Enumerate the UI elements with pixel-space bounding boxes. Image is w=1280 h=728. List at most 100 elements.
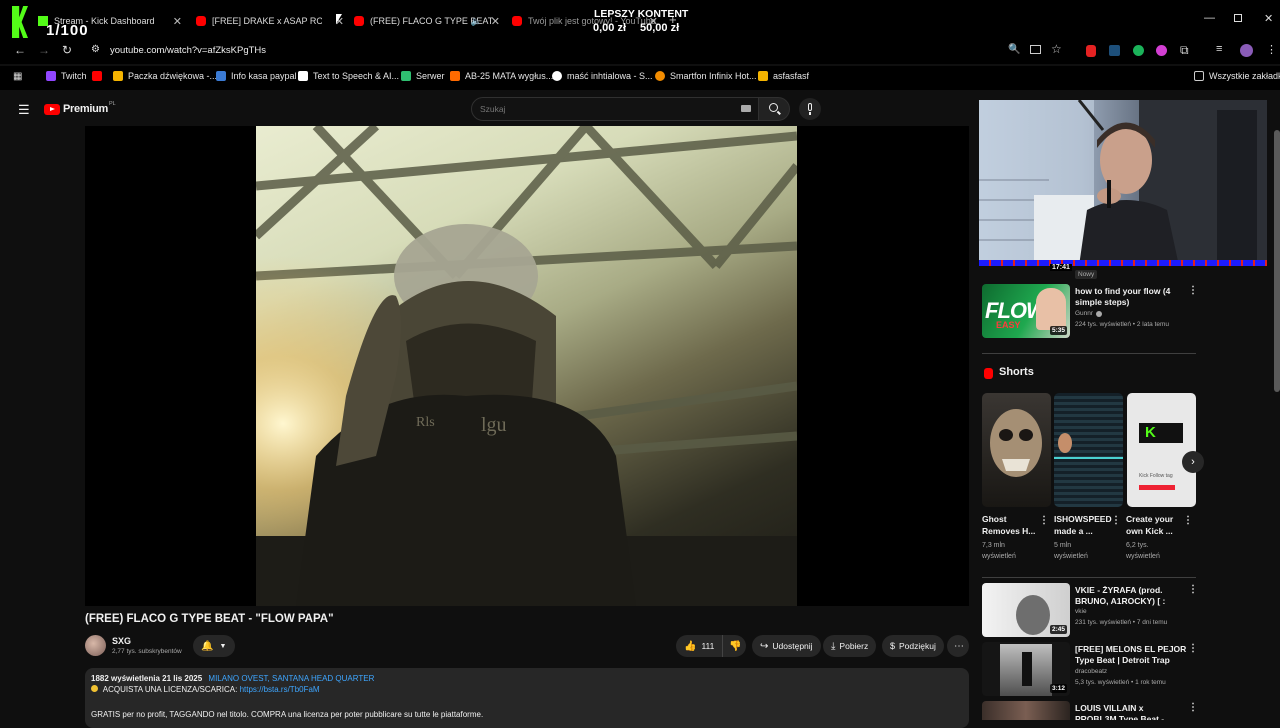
- video-player[interactable]: Rls lgu: [85, 126, 969, 606]
- short-title-2[interactable]: ISHOWSPEED made a ...: [1054, 513, 1112, 537]
- recommended-video-thumbnail[interactable]: FLOW EASY 5:35: [982, 284, 1070, 338]
- search-button[interactable]: [758, 97, 790, 121]
- recommended-title-2[interactable]: [FREE] MELONS EL PEJOR Type Beat | Detro…: [1075, 644, 1187, 666]
- site-info-icon[interactable]: ⚙: [91, 44, 100, 55]
- recommended-title-1[interactable]: VKIE - ŻYRAFA (prod. BRUNO, A1ROCKY) [ :…: [1075, 585, 1183, 607]
- video-menu-icon[interactable]: ⋮: [1188, 285, 1198, 296]
- video-menu-icon[interactable]: ⋮: [1188, 643, 1198, 654]
- forward-icon[interactable]: →: [38, 43, 50, 57]
- browser-menu-icon[interactable]: ⋮: [1266, 43, 1277, 56]
- short-title-1[interactable]: Ghost Removes H...: [982, 513, 1038, 537]
- extensions-icon[interactable]: ⧉: [1180, 43, 1189, 58]
- apps-icon[interactable]: ▦: [13, 71, 22, 82]
- google-icon: [552, 71, 562, 81]
- extension-red-icon[interactable]: [1086, 45, 1096, 57]
- shorts-icon: [984, 368, 993, 379]
- short-thumbnail-1[interactable]: [982, 393, 1051, 507]
- short-menu-icon[interactable]: ⋮: [1039, 515, 1049, 526]
- channel-name[interactable]: SXG: [112, 636, 131, 646]
- restore-icon[interactable]: [1234, 14, 1242, 22]
- like-button[interactable]: 👍 111: [676, 635, 722, 657]
- recommended-title-3[interactable]: LOUIS VILLAIN x PROBL3M Type Beat - "UMO…: [1075, 703, 1187, 720]
- tts-icon: [298, 71, 308, 81]
- video-title: (FREE) FLACO G TYPE BEAT - "FLOW PAPA": [85, 613, 334, 625]
- share-button[interactable]: ↪ Udostępnij: [752, 635, 821, 657]
- hamburger-menu-icon[interactable]: ☰: [18, 102, 30, 118]
- extension-blue-icon[interactable]: [1109, 45, 1120, 56]
- bookmarks-bar: ▦ Twitch Paczka dźwiękowa -... Info kasa…: [0, 66, 1280, 90]
- channel-avatar[interactable]: [85, 635, 106, 656]
- shorts-next-button[interactable]: ›: [1182, 451, 1204, 473]
- recommended-thumbnail-2[interactable]: 3:12: [982, 642, 1070, 696]
- reading-list-icon[interactable]: ≡: [1216, 43, 1222, 55]
- recommended-channel-2[interactable]: dracobeatz: [1075, 667, 1107, 677]
- bookmark-paczka[interactable]: Paczka dźwiękowa -...: [113, 71, 217, 81]
- description-link[interactable]: https://bsta.rs/Tb0FaM: [240, 685, 320, 694]
- bookmark-masc[interactable]: maść inhtialowa - S...: [552, 71, 653, 81]
- short-title-3[interactable]: Create your own Kick ...: [1126, 513, 1182, 537]
- youtube-favicon: [196, 16, 206, 26]
- bookmark-star-icon[interactable]: ☆: [1051, 42, 1062, 56]
- short-menu-icon[interactable]: ⋮: [1111, 515, 1121, 526]
- extension-green-icon[interactable]: [1133, 45, 1144, 56]
- recommended-thumbnail-1[interactable]: 2:45: [982, 583, 1070, 637]
- dislike-button[interactable]: 👎: [722, 635, 746, 657]
- video-description[interactable]: 1882 wyświetlenia 21 lis 2025 MILANO OVE…: [85, 668, 969, 728]
- bookmark-mata[interactable]: AB-25 MATA wygłus...: [450, 71, 553, 81]
- minimize-icon[interactable]: —: [1204, 12, 1215, 24]
- bookmark-twitch[interactable]: Twitch: [46, 71, 87, 81]
- page-scrollbar[interactable]: [1274, 130, 1280, 392]
- speaker-icon[interactable]: 🔈: [471, 16, 482, 27]
- bookmark-smartfon[interactable]: Smartfon Infinix Hot...: [655, 71, 757, 81]
- bookmark-tts[interactable]: Text to Speech & AI...: [298, 71, 399, 81]
- thumbs-down-icon: 👎: [729, 640, 742, 652]
- thanks-button[interactable]: $ Podziękuj: [882, 635, 944, 657]
- bookmark-paypal[interactable]: Info kasa paypal: [216, 71, 297, 81]
- profile-avatar[interactable]: [1240, 44, 1253, 57]
- back-icon[interactable]: ←: [14, 43, 26, 57]
- all-bookmarks[interactable]: Wszystkie zakładki: [1194, 71, 1280, 81]
- amazon-icon: [450, 71, 460, 81]
- video-menu-icon[interactable]: ⋮: [1188, 584, 1198, 595]
- short-views-2: 5 mln: [1054, 542, 1072, 549]
- short-views-3: 6,2 tys.: [1126, 542, 1149, 549]
- voice-search-button[interactable]: [799, 98, 821, 120]
- recommended-video-channel[interactable]: Gunnr: [1075, 309, 1093, 319]
- description-tags[interactable]: MILANO OVEST, SANTANA HEAD QUARTER: [208, 674, 374, 683]
- recommended-video-title[interactable]: how to find your flow (4 simple steps): [1075, 286, 1183, 308]
- bookmark-serwer[interactable]: Serwer: [401, 71, 445, 81]
- tab-drake-beat[interactable]: [FREE] DRAKE x ASAP ROCKY T ✕: [196, 8, 344, 34]
- search-input[interactable]: [480, 102, 720, 116]
- extension-pink-icon[interactable]: [1156, 45, 1167, 56]
- download-button[interactable]: ⤓ Pobierz: [823, 635, 877, 657]
- channel-subscribers: 2,77 tys. subskrybentów: [112, 648, 182, 655]
- tab-flaco-beat[interactable]: (FREE) FLACO G TYPE BEAT 🔈 ✕: [354, 8, 500, 34]
- recommended-channel-1[interactable]: vkie: [1075, 607, 1087, 617]
- bookmark-youtube[interactable]: [92, 71, 107, 81]
- thumbnail-subtext: EASY: [996, 320, 1021, 330]
- more-actions-button[interactable]: ⋯: [947, 635, 969, 657]
- tab-kick-dashboard[interactable]: Stream - Kick Dashboard ✕: [38, 8, 182, 34]
- zoom-icon[interactable]: 🔍: [1008, 44, 1020, 55]
- url-field[interactable]: youtube.com/watch?v=afZksKPgTHs: [110, 45, 266, 56]
- close-tab-icon[interactable]: ✕: [173, 15, 182, 28]
- cast-icon[interactable]: [1030, 45, 1041, 54]
- like-count: 111: [701, 641, 715, 651]
- download-icon: ⤓: [831, 640, 836, 652]
- kick-logo-text: K: [1139, 423, 1183, 443]
- bookmark-asfasfasf[interactable]: asfasfasf: [758, 71, 809, 81]
- video-menu-icon[interactable]: ⋮: [1188, 702, 1198, 713]
- divider: [982, 353, 1196, 354]
- description-license: ACQUISTA UNA LICENZA/SCARICA:: [102, 685, 238, 694]
- close-window-icon[interactable]: ✕: [1264, 12, 1273, 25]
- reload-icon[interactable]: ↻: [62, 43, 72, 57]
- short-thumbnail-3[interactable]: K Kick Follow tag: [1127, 393, 1196, 507]
- recommended-thumbnail-3[interactable]: [982, 701, 1070, 720]
- close-tab-icon[interactable]: ✕: [491, 15, 500, 28]
- share-icon: ↪: [760, 640, 769, 652]
- short-thumbnail-2[interactable]: [1054, 393, 1123, 507]
- notification-bell-button[interactable]: 🔔 ▼: [193, 635, 235, 657]
- short-menu-icon[interactable]: ⋮: [1183, 515, 1193, 526]
- keyboard-icon[interactable]: [741, 105, 751, 112]
- youtube-logo[interactable]: Premium PL: [44, 101, 116, 115]
